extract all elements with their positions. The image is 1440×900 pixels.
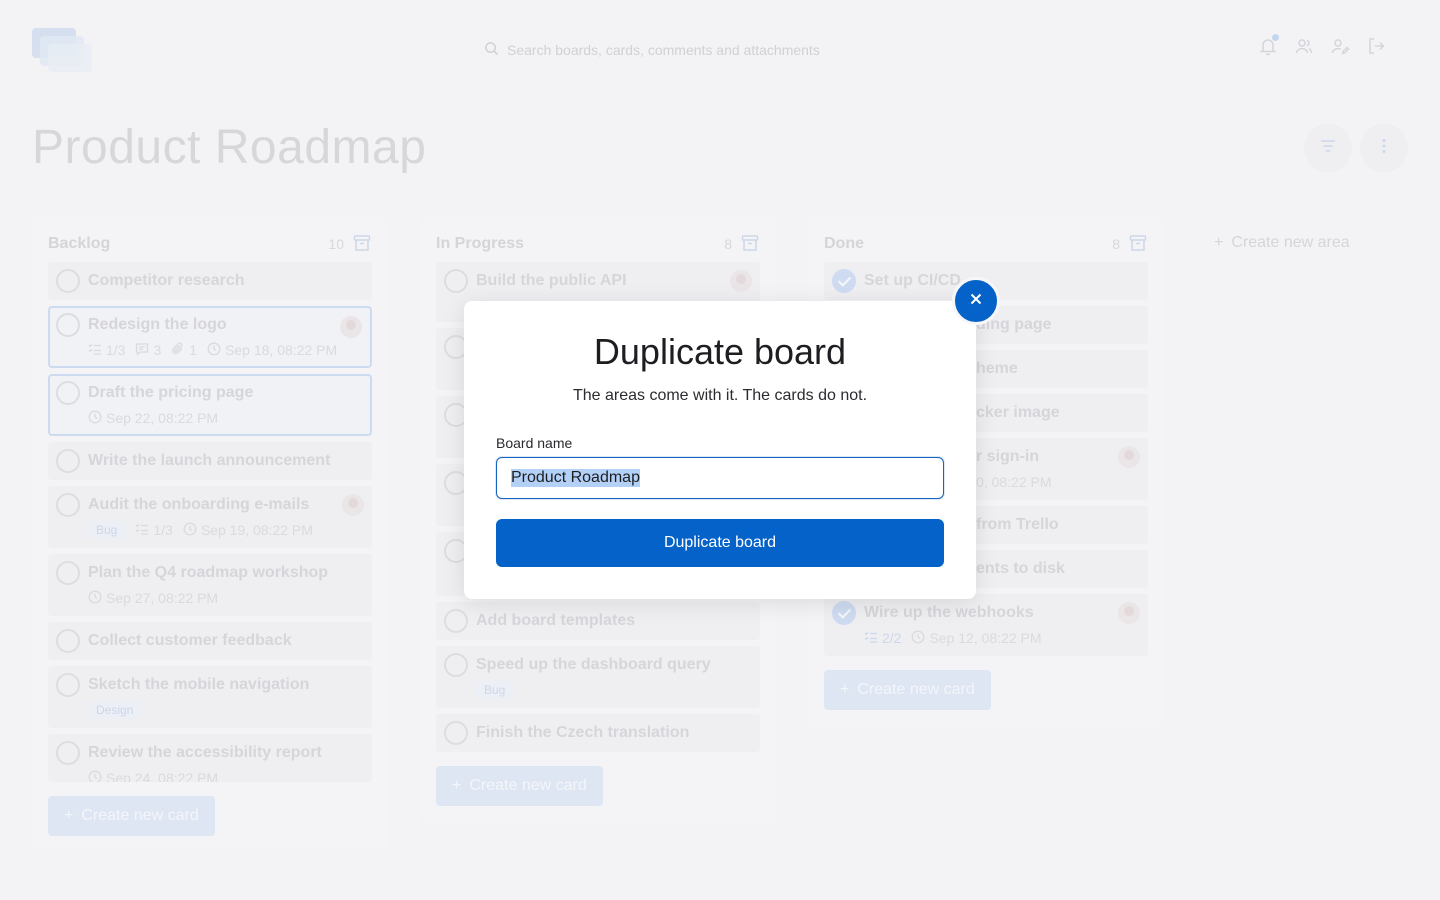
close-modal-button[interactable] [952,277,1000,325]
board-name-label: Board name [496,435,573,451]
modal-title: Duplicate board [593,331,847,372]
close-icon [968,291,984,312]
duplicate-board-modal: Duplicate board The areas come with it. … [464,301,976,599]
modal-subtitle: The areas come with it. The cards do not… [572,387,868,404]
duplicate-board-button[interactable]: Duplicate board [496,519,944,567]
board-name-input[interactable] [496,457,944,499]
